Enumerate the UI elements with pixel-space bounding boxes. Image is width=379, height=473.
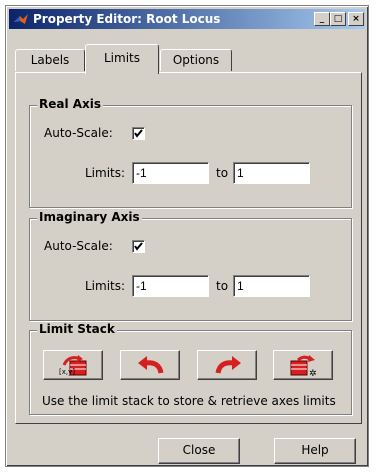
push-limits-button[interactable]: [x,y] bbox=[43, 350, 103, 380]
imaginary-max-field[interactable]: 1 bbox=[233, 275, 310, 297]
svg-text:✲: ✲ bbox=[309, 369, 317, 377]
real-min-field[interactable]: -1 bbox=[132, 162, 209, 184]
limit-stack-title: Limit Stack bbox=[37, 322, 117, 336]
imaginary-min-field[interactable]: -1 bbox=[132, 275, 209, 297]
undo-arrow-icon bbox=[138, 356, 164, 374]
checkmark-icon bbox=[134, 129, 143, 138]
real-autoscale-label: Auto-Scale: bbox=[44, 126, 113, 140]
xy-icon-text: [x,y] bbox=[59, 368, 75, 376]
redo-arrow-icon bbox=[215, 356, 241, 374]
stack-clear-icon: ✲ bbox=[290, 355, 317, 377]
limit-stack-group: Limit Stack [x,y] ✲ Use the limit stack … bbox=[29, 322, 352, 415]
real-axis-title: Real Axis bbox=[37, 97, 104, 111]
help-button[interactable]: Help bbox=[274, 438, 356, 464]
tab-options[interactable]: Options bbox=[160, 49, 232, 71]
real-max-field[interactable]: 1 bbox=[233, 162, 310, 184]
tab-labels[interactable]: Labels bbox=[15, 49, 85, 71]
close-window-button[interactable]: × bbox=[348, 12, 364, 26]
imaginary-axis-title: Imaginary Axis bbox=[37, 210, 142, 224]
real-axis-group: Real Axis Auto-Scale: Limits: -1 to 1 bbox=[29, 97, 352, 208]
imaginary-axis-group: Imaginary Axis Auto-Scale: Limits: -1 to… bbox=[29, 210, 352, 321]
limits-tab-panel: Real Axis Auto-Scale: Limits: -1 to 1 Im… bbox=[15, 72, 362, 424]
minimize-button[interactable]: _ bbox=[314, 12, 330, 26]
property-editor-window: Property Editor: Root Locus _ □ × Labels… bbox=[5, 5, 369, 467]
maximize-button[interactable]: □ bbox=[330, 12, 346, 26]
imaginary-limits-label: Limits: bbox=[85, 279, 126, 293]
imaginary-autoscale-label: Auto-Scale: bbox=[44, 239, 113, 253]
matlab-logo-icon bbox=[13, 11, 29, 27]
close-button[interactable]: Close bbox=[158, 438, 240, 464]
tab-limits[interactable]: Limits bbox=[85, 44, 159, 74]
imaginary-autoscale-checkbox[interactable] bbox=[132, 240, 145, 253]
stack-push-icon: [x,y] bbox=[59, 355, 87, 376]
tab-strip: Labels Limits Options bbox=[15, 44, 361, 74]
real-autoscale-checkbox[interactable] bbox=[132, 127, 145, 140]
undo-limits-button[interactable] bbox=[120, 350, 180, 380]
imaginary-to-label: to bbox=[216, 279, 229, 293]
checkmark-icon bbox=[134, 242, 143, 251]
redo-limits-button[interactable] bbox=[197, 350, 257, 380]
title-bar[interactable]: Property Editor: Root Locus _ □ × bbox=[9, 9, 365, 29]
real-to-label: to bbox=[216, 166, 229, 180]
limit-stack-hint: Use the limit stack to store & retrieve … bbox=[42, 394, 336, 408]
clear-stack-button[interactable]: ✲ bbox=[273, 350, 333, 380]
window-title: Property Editor: Root Locus bbox=[33, 12, 221, 26]
real-limits-label: Limits: bbox=[85, 166, 126, 180]
